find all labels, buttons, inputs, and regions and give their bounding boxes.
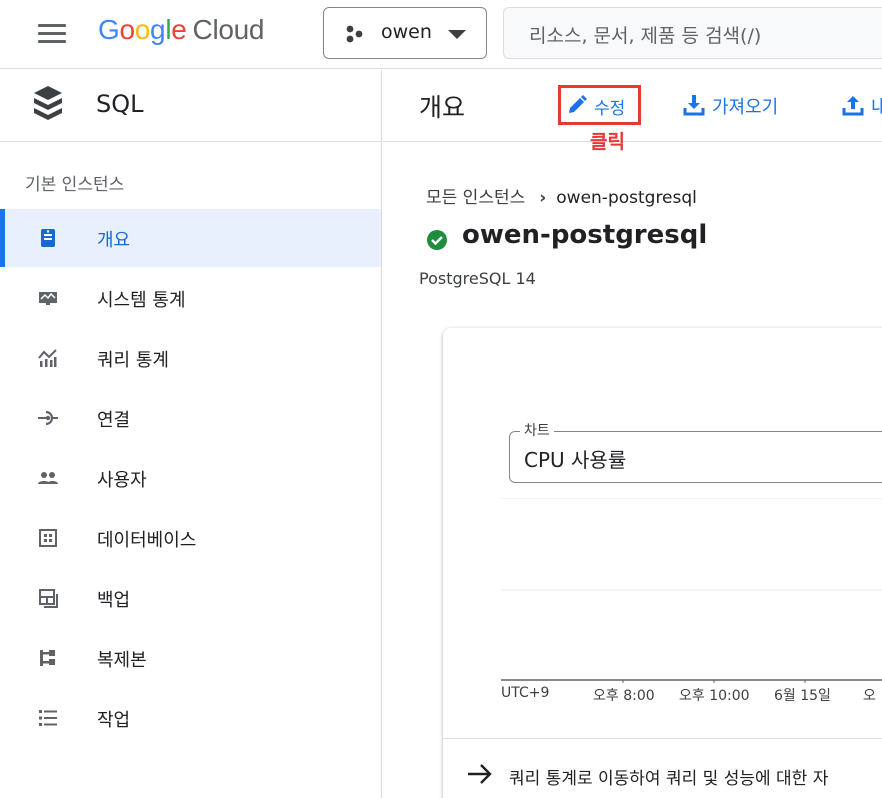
sql-stack-icon <box>34 86 62 120</box>
sidebar-item-users[interactable]: 사용자 <box>0 449 381 507</box>
project-name: owen <box>381 21 432 43</box>
product-title: SQL <box>96 90 144 118</box>
chart-select-value: CPU 사용률 <box>524 448 627 472</box>
import-button-label: 가져오기 <box>712 97 779 118</box>
sidebar-item-backups[interactable]: 백업 <box>0 569 381 627</box>
operations-icon <box>39 710 57 726</box>
page-title: 개요 <box>419 93 466 122</box>
sidebar-item-replicas[interactable]: 복제본 <box>0 629 381 687</box>
search-placeholder: 리소스, 문서, 제품 등 검색(/) <box>529 25 762 47</box>
connection-icon <box>38 410 58 426</box>
axis-tick-label: 오 <box>863 688 876 704</box>
overview-icon <box>41 229 55 247</box>
action-bar: 개요 수정 클릭 가져오기 내 <box>383 70 882 153</box>
sidebar-item-system-stats[interactable]: 시스템 통계 <box>0 269 381 327</box>
status-ok-icon <box>427 230 447 250</box>
top-bar: Google Cloud owen 리소스, 문서, 제품 등 검색(/) <box>0 0 882 69</box>
query-insights-text: 쿼리 통계로 이동하여 쿼리 및 성능에 대한 자 <box>509 769 829 789</box>
sidebar-header: SQL <box>0 70 381 142</box>
chevron-right-icon: › <box>539 188 547 208</box>
query-insights-link[interactable]: 쿼리 통계로 이동하여 쿼리 및 성능에 대한 자 <box>443 738 882 798</box>
sidebar-item-databases[interactable]: 데이터베이스 <box>0 509 381 567</box>
edit-button-label: 수정 <box>594 99 626 119</box>
breadcrumb: 모든 인스턴스 › owen-postgresql <box>426 183 697 208</box>
backup-icon <box>39 589 58 608</box>
instance-name: owen-postgresql <box>462 220 708 250</box>
click-annotation: 클릭 <box>590 131 625 153</box>
main-content: 개요 수정 클릭 가져오기 내 모든 인스턴스 › owen-postgresql … <box>383 70 882 798</box>
chart-metric-select[interactable]: 차트 CPU 사용률 <box>509 420 882 483</box>
database-icon <box>39 529 57 547</box>
sidebar-item-connection[interactable]: 연결 <box>0 389 381 447</box>
import-icon <box>683 95 705 116</box>
chart-select-label: 차트 <box>520 420 554 440</box>
sidebar: SQL 기본 인스턴스 개요 시스템 통계 쿼리 통계 연결 사용자 데이터베이… <box>0 70 382 798</box>
database-version: PostgreSQL 14 <box>419 269 536 288</box>
axis-tick-label: UTC+9 <box>501 685 550 701</box>
search-input[interactable]: 리소스, 문서, 제품 등 검색(/) <box>503 7 882 59</box>
google-cloud-logo[interactable]: Google Cloud <box>98 14 265 46</box>
replica-icon <box>40 650 55 666</box>
breadcrumb-all-instances[interactable]: 모든 인스턴스 <box>426 188 525 208</box>
edit-button[interactable]: 수정 <box>558 85 641 125</box>
main-menu-icon[interactable] <box>38 24 66 44</box>
caret-down-icon <box>448 30 466 39</box>
sidebar-section-label: 기본 인스턴스 <box>25 175 125 195</box>
axis-tick-label: 6월 15일 <box>774 688 831 704</box>
sidebar-item-query-stats[interactable]: 쿼리 통계 <box>0 329 381 387</box>
arrow-right-icon <box>468 764 492 784</box>
users-icon <box>38 472 58 484</box>
chart-plot-area <box>501 498 882 683</box>
export-icon <box>842 96 864 116</box>
axis-tick-label: 오후 8:00 <box>593 688 655 704</box>
sidebar-item-operations[interactable]: 작업 <box>0 689 381 747</box>
project-selector[interactable]: owen <box>323 7 487 59</box>
export-button[interactable]: 내 <box>842 92 882 120</box>
project-icon <box>346 25 363 43</box>
export-button-label: 내 <box>871 97 882 118</box>
axis-tick-label: 오후 10:00 <box>679 688 750 704</box>
sidebar-item-overview[interactable]: 개요 <box>0 209 381 267</box>
chart-x-axis-labels: UTC+9 오후 8:00 오후 10:00 6월 15일 오 <box>501 685 882 705</box>
chart-card: 차트 CPU 사용률 UTC+9 오후 8:00 오후 10:00 6월 15일… <box>443 328 882 798</box>
query-stats-icon <box>38 349 57 367</box>
pencil-icon <box>569 95 587 113</box>
system-stats-icon <box>39 292 57 305</box>
breadcrumb-current: owen-postgresql <box>556 188 697 208</box>
